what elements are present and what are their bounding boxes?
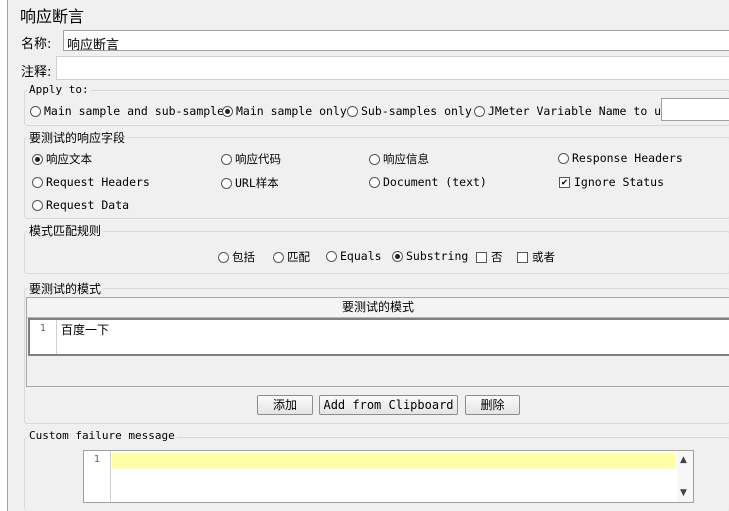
rule-not-checkbox[interactable]: 否 [476,249,503,265]
checkbox-indicator [517,251,528,263]
response-assertion-panel: 响应断言 名称: 响应断言 注释: Apply to: Main sample … [7,0,729,511]
failure-message-editor[interactable]: 1 ▲ ▼ [83,450,694,503]
radio-indicator [558,152,569,164]
radio-indicator [221,153,232,165]
checkmark-icon: ✔ [559,176,570,188]
field-request-headers-label: Request Headers [46,175,150,189]
apply-main-only-radio[interactable]: Main sample only [222,104,347,118]
line-number: 1 [30,320,57,354]
radio-indicator [32,176,43,188]
field-request-data-label: Request Data [46,198,130,212]
panel-title: 响应断言 [20,7,85,26]
pattern-editor[interactable]: 1 百度一下 [28,318,729,356]
rule-substring-label: Substring [406,249,469,263]
field-url-sample-radio[interactable]: URL样本 [221,175,279,191]
radio-indicator [273,251,284,263]
variable-name-input[interactable] [661,98,729,121]
rule-contains-label: 包括 [232,250,255,264]
field-request-data-radio[interactable]: Request Data [32,198,129,212]
radio-indicator [221,177,232,189]
rule-or-checkbox[interactable]: 或者 [517,249,555,265]
field-response-message-radio[interactable]: 响应信息 [369,151,429,167]
rule-substring-radio[interactable]: Substring [392,249,468,263]
field-document-text-label: Document (text) [383,175,487,189]
rule-equals-radio[interactable]: Equals [326,249,382,263]
scroll-down-icon[interactable]: ▼ [680,488,687,498]
name-label: 名称: [21,37,52,52]
rule-contains-radio[interactable]: 包括 [218,249,255,265]
field-response-message-label: 响应信息 [383,152,429,166]
radio-indicator [218,251,229,263]
field-response-code-radio[interactable]: 响应代码 [221,151,281,167]
radio-indicator [32,199,43,211]
radio-indicator [474,105,485,117]
apply-main-only-label: Main sample only [236,104,347,118]
radio-indicator [222,105,233,117]
add-from-clipboard-button[interactable]: Add from Clipboard [319,395,458,415]
radio-indicator [369,153,380,165]
pattern-text: 百度一下 [61,323,110,337]
rule-not-label: 否 [491,250,503,264]
delete-button[interactable]: 删除 [465,395,520,415]
name-value: 响应断言 [67,38,120,53]
scroll-up-icon[interactable]: ▲ [680,455,687,465]
response-field-legend: 要测试的响应字段 [27,129,128,146]
failure-message-legend: Custom failure message [27,429,177,442]
apply-to-legend: Apply to: [27,83,91,96]
field-response-text-radio[interactable]: 响应文本 [32,151,92,167]
comment-label: 注释: [21,65,52,80]
ignore-status-label: Ignore Status [574,175,665,189]
patterns-column-header[interactable]: 要测试的模式 [27,298,729,318]
add-button[interactable]: 添加 [257,395,313,415]
radio-indicator [32,153,43,165]
radio-indicator [392,250,403,262]
apply-sub-only-radio[interactable]: Sub-samples only [347,104,472,118]
radio-indicator [369,176,380,188]
current-line-highlight [112,453,676,469]
comment-field[interactable] [56,56,729,80]
apply-main-and-sub-radio[interactable]: Main sample and sub-samples [30,104,231,118]
field-response-code-label: 响应代码 [235,152,281,166]
apply-sub-only-label: Sub-samples only [361,104,472,118]
rule-matches-label: 匹配 [287,250,310,264]
field-response-headers-label: Response Headers [572,151,683,165]
field-url-sample-label: URL样本 [235,176,279,190]
rule-matches-radio[interactable]: 匹配 [273,249,310,265]
pattern-rules-legend: 模式匹配规则 [27,222,104,239]
vertical-scrollbar[interactable]: ▲ ▼ [677,451,693,502]
radio-indicator [347,105,358,117]
name-field[interactable]: 响应断言 [63,30,729,53]
patterns-legend: 要测试的模式 [27,280,104,297]
radio-indicator [30,105,41,117]
field-response-headers-radio[interactable]: Response Headers [558,151,683,165]
apply-main-and-sub-label: Main sample and sub-samples [44,104,231,118]
ignore-status-checkbox[interactable]: ✔ Ignore Status [559,175,664,189]
patterns-table: 要测试的模式 1 百度一下 [26,297,729,387]
checkbox-indicator [476,251,487,263]
line-number: 1 [84,451,111,502]
field-request-headers-radio[interactable]: Request Headers [32,175,150,189]
field-document-text-radio[interactable]: Document (text) [369,175,487,189]
apply-variable-label: JMeter Variable Name to use [488,104,675,118]
apply-variable-radio[interactable]: JMeter Variable Name to use [474,104,675,118]
radio-indicator [326,250,337,262]
rule-or-label: 或者 [532,250,555,264]
rule-equals-label: Equals [340,249,382,263]
field-response-text-label: 响应文本 [46,152,92,166]
